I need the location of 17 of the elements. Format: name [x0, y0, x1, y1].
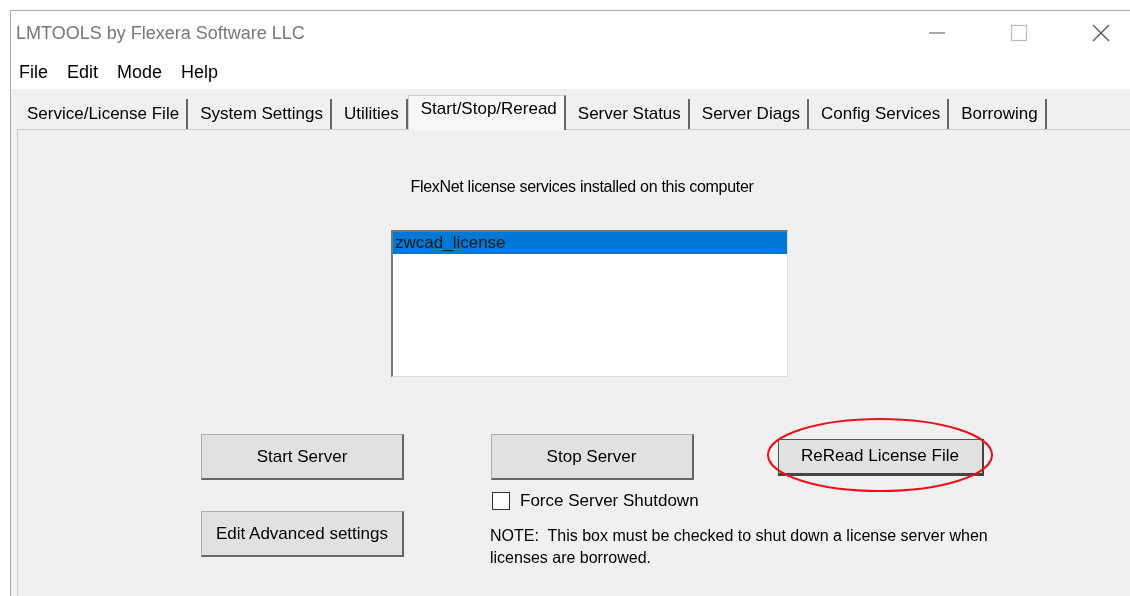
- action-button[interactable]: ReRead License File: [777, 438, 984, 476]
- window-title: LMTOOLS by Flexera Software LLC: [16, 22, 305, 44]
- list-item[interactable]: zwcad_license: [393, 232, 787, 254]
- checkbox-label[interactable]: Force Server Shutdown: [520, 491, 699, 511]
- checkbox[interactable]: [492, 492, 510, 510]
- action-button[interactable]: Start Server: [201, 434, 404, 480]
- action-button[interactable]: Stop Server: [490, 434, 694, 480]
- services-label: FlexNet license services installed on this computer: [409, 178, 755, 196]
- services-list[interactable]: zwcad_license: [391, 230, 788, 377]
- action-button[interactable]: Edit Advanced settings: [201, 511, 404, 557]
- tab[interactable]: Start/Stop/Reread: [407, 95, 566, 130]
- close-icon[interactable]: [1092, 24, 1110, 42]
- menu-item[interactable]: File: [19, 61, 48, 83]
- menu-item[interactable]: Mode: [117, 61, 163, 83]
- menu-item[interactable]: Help: [181, 61, 219, 83]
- note-text: NOTE: This box must be checked to shut down a license server when licenses are borrowed.: [490, 526, 989, 568]
- menu-item[interactable]: Edit: [67, 61, 99, 83]
